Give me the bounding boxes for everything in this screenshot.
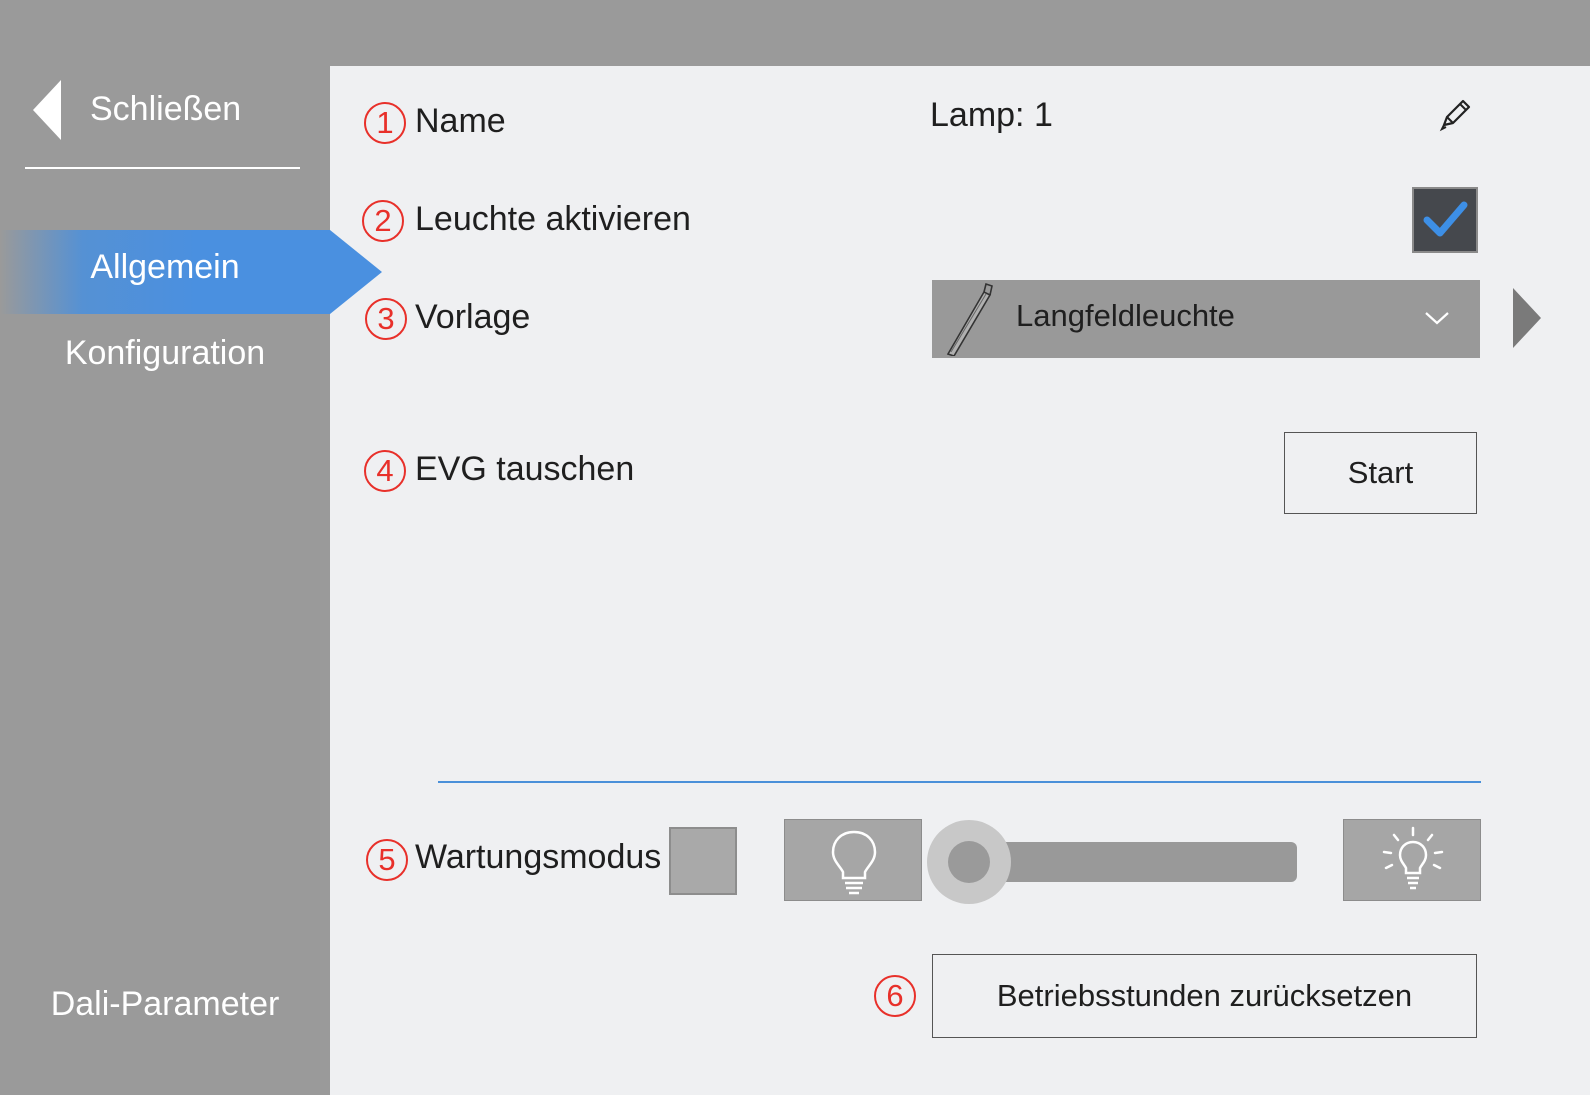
chevron-down-icon: [1422, 305, 1452, 331]
bulb-off-icon: [831, 830, 877, 895]
back-arrow-icon: [33, 80, 61, 140]
close-button-label: Schließen: [90, 90, 242, 128]
sidebar: Schließen Allgemein Konfiguration Dali-P…: [0, 0, 382, 1095]
name-label: Name: [415, 102, 506, 140]
marker-6: 6: [874, 975, 916, 1017]
sidebar-item-label: Allgemein: [90, 248, 240, 286]
maintenance-label: Wartungsmodus: [415, 838, 662, 876]
dim-slider-thumb-center: [948, 841, 990, 883]
bulb-on-icon: [1382, 826, 1444, 890]
activate-label: Leuchte aktivieren: [415, 200, 691, 238]
marker-1: 1: [364, 102, 406, 144]
marker-4: 4: [364, 450, 406, 492]
sidebar-item-label: Dali-Parameter: [50, 985, 280, 1023]
sidebar-item-konfiguration[interactable]: Konfiguration: [0, 315, 330, 395]
sidebar-divider: [25, 167, 300, 169]
active-indicator-arrow: [330, 230, 382, 314]
dim-slider-thumb[interactable]: [927, 820, 1011, 904]
close-button[interactable]: Schließen: [25, 72, 300, 162]
template-selected-value: Langfeldleuchte: [1016, 298, 1235, 333]
template-dropdown[interactable]: Langfeldleuchte: [932, 280, 1480, 358]
pencil-icon[interactable]: [1436, 96, 1474, 134]
sidebar-item-allgemein[interactable]: Allgemein: [0, 230, 330, 314]
dim-down-button[interactable]: [784, 819, 922, 901]
template-label: Vorlage: [415, 298, 531, 336]
reset-operating-hours-button[interactable]: Betriebsstunden zurücksetzen: [932, 954, 1477, 1038]
sidebar-item-dali-parameter[interactable]: Dali-Parameter: [0, 975, 330, 1035]
ballast-label: EVG tauschen: [415, 450, 635, 488]
checkmark-icon: [1423, 201, 1468, 237]
next-arrow-icon[interactable]: [1513, 288, 1541, 348]
sidebar-item-label: Konfiguration: [64, 334, 266, 372]
marker-5: 5: [366, 839, 408, 881]
maintenance-checkbox[interactable]: [669, 827, 737, 895]
ballast-start-button[interactable]: Start: [1284, 432, 1477, 514]
activate-checkbox[interactable]: [1412, 187, 1478, 253]
section-divider: [438, 781, 1481, 783]
linear-lamp-icon: [946, 282, 1002, 357]
dim-up-button[interactable]: [1343, 819, 1481, 901]
name-value: Lamp: 1: [930, 96, 1053, 134]
